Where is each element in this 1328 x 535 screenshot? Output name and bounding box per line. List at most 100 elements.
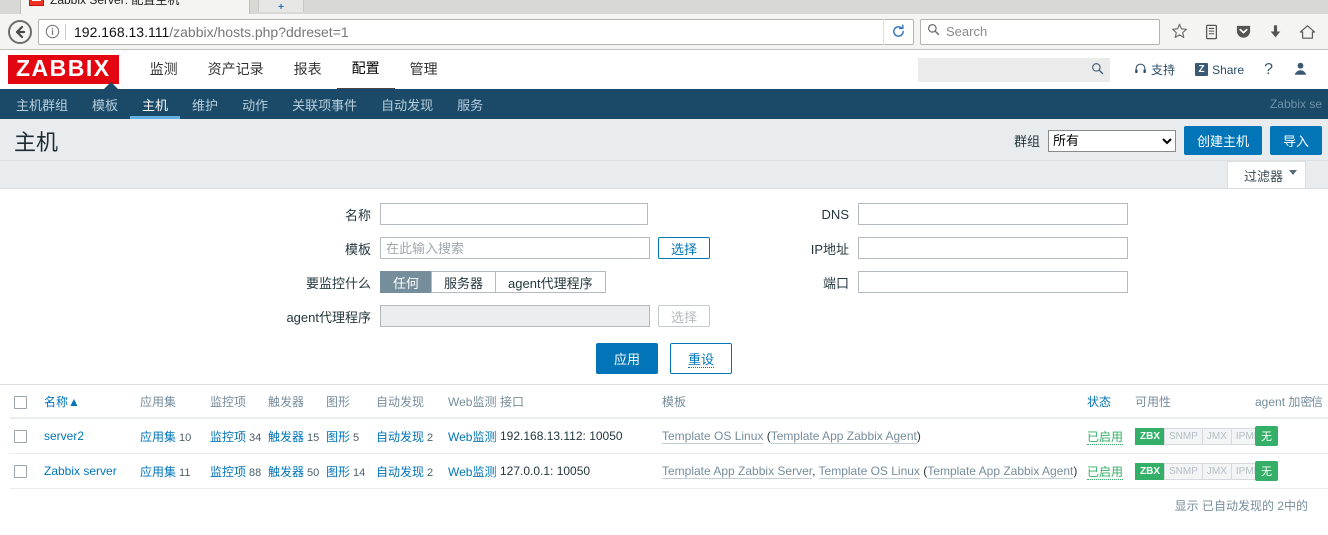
status-badge[interactable]: 已启用: [1087, 464, 1124, 480]
template-link[interactable]: Template App Zabbix Server: [662, 464, 813, 479]
group-filter-select[interactable]: 所有: [1047, 129, 1176, 152]
share-link[interactable]: Z Share: [1185, 63, 1254, 77]
nav-inventory[interactable]: 资产记录: [193, 50, 279, 89]
nav-monitoring[interactable]: 监测: [135, 50, 193, 89]
availability-jmx: JMX: [1201, 462, 1231, 480]
items-link[interactable]: 监控项: [210, 465, 246, 479]
subnav-discovery[interactable]: 自动发现: [369, 89, 445, 119]
nav-configuration[interactable]: 配置: [336, 49, 395, 90]
template-link[interactable]: Template OS Linux: [818, 464, 920, 479]
header-name[interactable]: 名称▲: [40, 385, 136, 419]
support-link[interactable]: 支持: [1124, 61, 1185, 78]
filter-actions: 应用 重设: [0, 327, 1328, 374]
page-info-icon[interactable]: [39, 20, 65, 44]
host-name-link[interactable]: server2: [44, 429, 84, 443]
select-all-header: [10, 385, 40, 419]
table-footer-text: 显示 已自动发现的 2中的: [10, 489, 1318, 514]
status-badge[interactable]: 已启用: [1087, 429, 1124, 445]
download-arrow-icon[interactable]: [1262, 19, 1288, 45]
header-templates: 模板: [658, 385, 1083, 419]
user-profile-link[interactable]: [1283, 61, 1318, 79]
filter-proxy-input[interactable]: [380, 305, 650, 327]
filter-monitored-by-proxy[interactable]: agent代理程序: [495, 271, 606, 293]
subnav-actions[interactable]: 动作: [230, 89, 280, 119]
subnav-maintenance[interactable]: 维护: [180, 89, 230, 119]
filter-name-input[interactable]: [380, 203, 648, 225]
triggers-link[interactable]: 触发器: [268, 465, 304, 479]
search-icon[interactable]: [1091, 62, 1104, 78]
filter-monitored-by-server[interactable]: 服务器: [431, 271, 496, 293]
nav-reports[interactable]: 报表: [279, 50, 337, 89]
new-tab-label: +: [278, 2, 284, 13]
pocket-icon[interactable]: [1230, 19, 1256, 45]
filter-template-select-button[interactable]: 选择: [658, 237, 711, 259]
applications-link[interactable]: 应用集: [140, 465, 176, 479]
filter-tab[interactable]: 过滤器: [1226, 161, 1306, 188]
header-web: Web监测: [444, 385, 496, 419]
encryption-badge: 无: [1255, 461, 1278, 481]
host-name-link[interactable]: Zabbix server: [44, 464, 117, 478]
discovery-count: 2: [427, 466, 434, 479]
filter-ip-input[interactable]: [858, 237, 1128, 259]
star-icon[interactable]: [1166, 19, 1192, 45]
nav-administration[interactable]: 管理: [395, 50, 453, 89]
web-link[interactable]: Web监测: [448, 430, 496, 444]
help-link[interactable]: ?: [1254, 61, 1283, 79]
help-label: ?: [1264, 60, 1273, 78]
graphs-link[interactable]: 图形: [326, 430, 350, 444]
template-link[interactable]: Template App Zabbix Agent: [770, 429, 917, 444]
graphs-link[interactable]: 图形: [326, 465, 350, 479]
filter-reset-button[interactable]: 重设: [670, 343, 733, 374]
zabbix-header: ZABBIX 监测 资产记录 报表 配置 管理 支持 Z Share ?: [0, 49, 1328, 90]
new-tab-button[interactable]: +: [258, 0, 304, 13]
header-status[interactable]: 状态: [1083, 385, 1131, 419]
url-bar[interactable]: 192.168.13.111/zabbix/hosts.php?ddreset=…: [38, 18, 914, 45]
template-link[interactable]: Template OS Linux: [662, 429, 764, 444]
browser-tab[interactable]: Zabbix Server: 配置主机: [20, 0, 250, 14]
filter-column-right: DNS IP地址 端口: [790, 203, 1130, 327]
filter-columns: 名称 模板 选择 要监控什么 任何 服务器 agent代理程序 agent代理程…: [0, 203, 1328, 327]
filter-apply-button[interactable]: 应用: [595, 343, 658, 374]
import-button[interactable]: 导入: [1269, 126, 1322, 155]
subnav-services[interactable]: 服务: [445, 89, 495, 119]
header-applications: 应用集: [136, 385, 206, 419]
browser-search-bar[interactable]: Search: [920, 18, 1160, 45]
subnav-templates[interactable]: 模板: [80, 89, 130, 119]
items-link[interactable]: 监控项: [210, 430, 246, 444]
discovery-link[interactable]: 自动发现: [376, 465, 424, 479]
template-link[interactable]: Template App Zabbix Agent: [927, 464, 1074, 479]
discovery-link[interactable]: 自动发现: [376, 430, 424, 444]
library-icon[interactable]: [1198, 19, 1224, 45]
row-availability-cell: ZBX SNMP JMX IPMI: [1131, 453, 1262, 489]
header-interface: 接口: [496, 385, 658, 419]
row-triggers-cell: 触发器 50: [264, 453, 322, 489]
page-area: 主机 群组 所有 创建主机 导入 过滤器: [0, 119, 1328, 188]
select-all-checkbox[interactable]: [14, 395, 27, 409]
triggers-link[interactable]: 触发器: [268, 430, 304, 444]
zabbix-logo[interactable]: ZABBIX: [8, 55, 119, 84]
web-link[interactable]: Web监测: [448, 465, 496, 479]
subnav-host-groups[interactable]: 主机群组: [4, 89, 80, 119]
zabbix-global-search[interactable]: [918, 57, 1111, 82]
filter-dns-input[interactable]: [858, 203, 1128, 225]
filter-port-input[interactable]: [858, 271, 1128, 293]
subnav-correlation[interactable]: 关联项事件: [280, 89, 369, 119]
url-text: 192.168.13.111/zabbix/hosts.php?ddreset=…: [66, 24, 883, 40]
reload-icon[interactable]: [883, 18, 913, 45]
filter-template-label: 模板: [344, 241, 371, 257]
filter-monitored-by-any[interactable]: 任何: [380, 271, 432, 293]
filter-reset-label: 重设: [688, 352, 715, 368]
row-applications-cell: 应用集 10: [136, 418, 206, 454]
home-icon[interactable]: [1294, 19, 1320, 45]
row-triggers-cell: 触发器 15: [264, 418, 322, 454]
subnav-hosts[interactable]: 主机: [130, 89, 180, 119]
row-interface-cell: 192.168.13.112: 10050: [496, 418, 658, 454]
row-checkbox[interactable]: [14, 465, 27, 479]
back-arrow-icon[interactable]: [8, 19, 32, 44]
applications-link[interactable]: 应用集: [140, 430, 176, 444]
url-host: 192.168.13.111: [74, 23, 170, 40]
filter-template-input[interactable]: [380, 237, 650, 259]
row-checkbox[interactable]: [14, 430, 27, 444]
row-items-cell: 监控项 34: [206, 418, 264, 454]
create-host-button[interactable]: 创建主机: [1183, 126, 1262, 155]
